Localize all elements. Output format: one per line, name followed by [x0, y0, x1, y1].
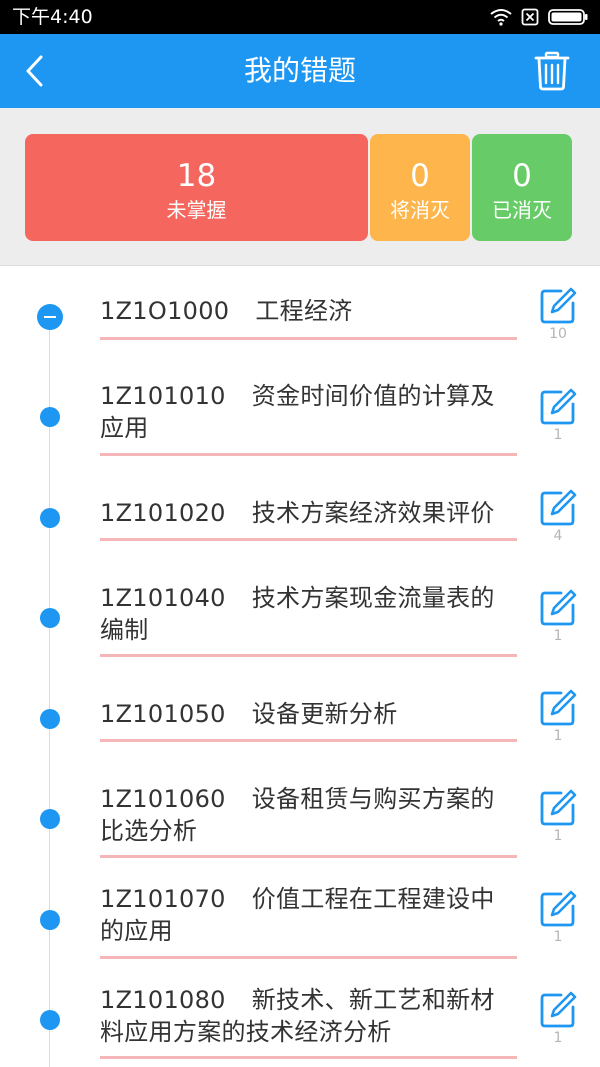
delete-button[interactable]	[532, 49, 572, 93]
chapter-name-line2: 比选分析	[100, 817, 198, 845]
trash-icon	[534, 51, 570, 91]
eliminated-card[interactable]: 0 已消灭	[472, 134, 572, 241]
eliminating-label: 将消灭	[390, 198, 450, 222]
timeline-dot	[40, 1010, 60, 1030]
row-divider	[100, 956, 517, 959]
edit-icon[interactable]	[539, 991, 577, 1029]
eliminating-count: 0	[410, 158, 430, 194]
edit-icon[interactable]	[539, 689, 577, 727]
chapter-name-line2: 料应用方案的技术经济分析	[100, 1018, 392, 1046]
chapter-list: 1Z1O1000 工程经济 10 1Z101010 资金时间价值的计算及应用 1 1…	[0, 267, 600, 1067]
chapter-code: 1Z1O1000	[100, 297, 230, 325]
chapter-name-line1: 设备租赁与购买方案的	[251, 785, 495, 813]
wifi-icon	[490, 9, 512, 26]
row-divider	[100, 538, 517, 541]
status-bar: 下午4:40	[0, 0, 600, 34]
chapter-name-line1: 资金时间价值的计算及	[251, 382, 495, 410]
unmastered-label: 未掌握	[166, 198, 227, 222]
chapter-title: 1Z101020 技术方案经济效果评价	[100, 497, 518, 529]
chapter-title: 1Z101050 设备更新分析	[100, 698, 518, 730]
chapter-name-line1: 新技术、新工艺和新材	[251, 986, 495, 1014]
edit-icon[interactable]	[539, 287, 577, 325]
edit-icon[interactable]	[539, 489, 577, 527]
row-divider	[100, 453, 517, 456]
chapter-name: 设备更新分析	[251, 700, 398, 728]
chapter-title: 1Z101040 技术方案现金流量表的编制	[100, 582, 518, 646]
timeline-dot	[40, 809, 60, 829]
chapter-code: 1Z101040	[100, 584, 226, 612]
error-count: 4	[553, 528, 563, 544]
chapter-code: 1Z101020	[100, 499, 226, 527]
error-count: 1	[553, 929, 563, 945]
edit-icon[interactable]	[539, 589, 577, 627]
chapter-title: 1Z1O1000 工程经济	[100, 295, 518, 327]
battery-icon	[548, 9, 588, 25]
chapter-title: 1Z101080 新技术、新工艺和新材料应用方案的技术经济分析	[100, 984, 540, 1048]
chapter-title: 1Z101060 设备租赁与购买方案的比选分析	[100, 783, 518, 847]
timeline-dot	[40, 407, 60, 427]
error-count: 1	[553, 427, 563, 443]
row-divider	[100, 855, 517, 858]
page-title: 我的错题	[243, 54, 356, 87]
chapter-name-line1: 价值工程在工程建设中	[251, 885, 495, 913]
timeline-dot	[40, 508, 60, 528]
chapter-name-line2: 编制	[100, 616, 149, 644]
chapter-name-line2: 的应用	[100, 917, 173, 945]
chapter-name-line1: 技术方案现金流量表的	[251, 584, 495, 612]
error-count: 1	[553, 728, 563, 744]
row-divider	[100, 739, 517, 742]
edit-icon[interactable]	[539, 890, 577, 928]
chapter-code: 1Z101080	[100, 986, 226, 1014]
eliminated-label: 已消灭	[492, 198, 552, 222]
error-count: 1	[553, 828, 563, 844]
chapter-code: 1Z101060	[100, 785, 226, 813]
status-icons	[490, 6, 588, 28]
eliminating-card[interactable]: 0 将消灭	[370, 134, 470, 241]
row-divider	[100, 1056, 517, 1059]
chapter-name: 技术方案经济效果评价	[251, 499, 495, 527]
error-count: 1	[553, 1030, 563, 1046]
collapse-icon[interactable]	[37, 304, 63, 330]
app-bar: 我的错题	[0, 34, 600, 108]
chapter-title: 1Z101070 价值工程在工程建设中的应用	[100, 883, 518, 947]
timeline-line	[49, 317, 50, 1067]
chapter-code: 1Z101010	[100, 382, 226, 410]
status-time: 下午4:40	[12, 6, 93, 28]
chapter-code: 1Z101050	[100, 700, 226, 728]
no-sim-icon	[521, 8, 539, 26]
timeline-dot	[40, 709, 60, 729]
timeline-dot	[40, 608, 60, 628]
unmastered-card[interactable]: 18 未掌握	[25, 134, 368, 241]
error-count: 1	[553, 628, 563, 644]
eliminated-count: 0	[512, 158, 532, 194]
edit-icon[interactable]	[539, 388, 577, 426]
chapter-code: 1Z101070	[100, 885, 226, 913]
edit-icon[interactable]	[539, 789, 577, 827]
row-divider	[100, 654, 517, 657]
error-count: 10	[549, 326, 567, 342]
unmastered-count: 18	[176, 158, 217, 194]
row-divider	[100, 337, 517, 340]
chapter-title: 1Z101010 资金时间价值的计算及应用	[100, 380, 518, 444]
chapter-name-line2: 应用	[100, 414, 149, 442]
timeline-dot	[40, 910, 60, 930]
chapter-name: 工程经济	[255, 297, 353, 325]
stats-panel: 18 未掌握 0 将消灭 0 已消灭	[0, 108, 600, 266]
